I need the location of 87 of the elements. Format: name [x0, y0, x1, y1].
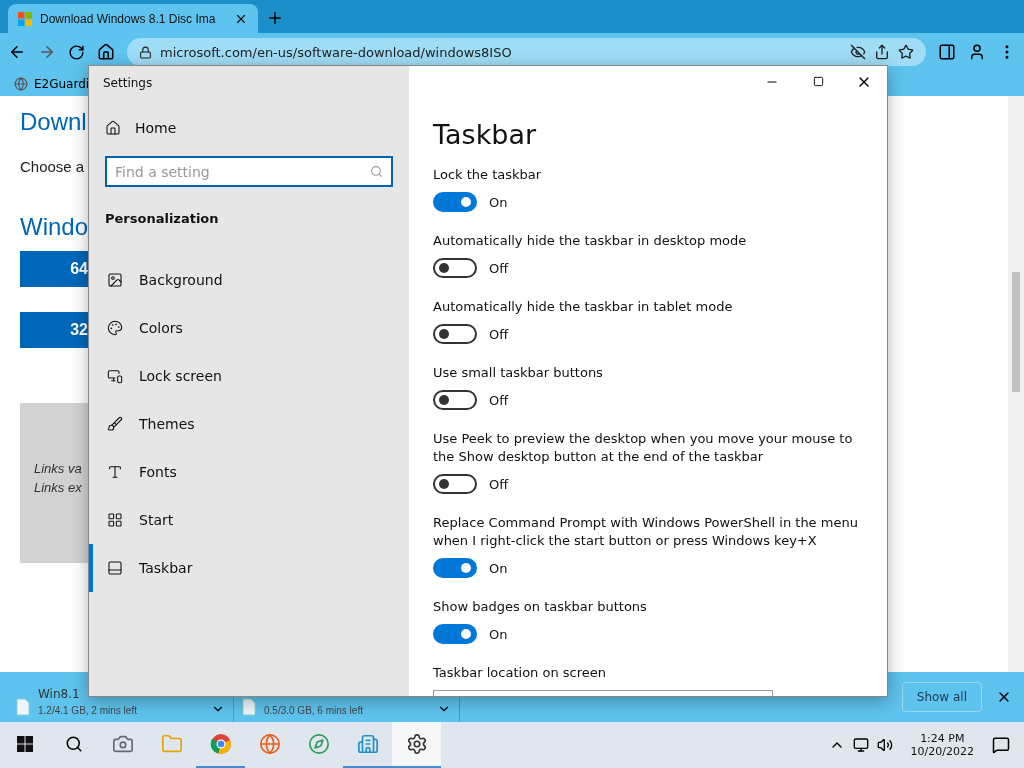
toggle-state: Off — [489, 476, 509, 492]
toggle-state: On — [489, 626, 508, 642]
compass-icon — [307, 733, 330, 755]
side-panel-icon[interactable] — [938, 43, 956, 61]
back-icon[interactable] — [8, 43, 26, 61]
toggle-switch[interactable] — [433, 474, 477, 495]
page-heading: Downl — [20, 108, 87, 136]
setting-label: Replace Command Prompt with Windows PowerShell in the menu when I right-click the start button or press Windows key+X — [433, 514, 859, 551]
taskbar-icon — [107, 560, 123, 576]
palette-icon — [107, 320, 123, 336]
note-text: Links ex — [34, 480, 83, 495]
toggle-state: Off — [489, 326, 509, 342]
gear-icon — [405, 733, 428, 755]
home-icon — [105, 120, 121, 136]
setting-label: Automatically hide the taskbar in tablet mode — [433, 298, 734, 317]
toggle-switch[interactable] — [433, 390, 477, 411]
buildings-icon — [356, 733, 379, 755]
font-icon — [107, 464, 123, 480]
toggle-state: On — [489, 560, 508, 576]
download-status: 0.5/3.0 GB, 6 mins left — [264, 705, 364, 716]
toggle-state: Off — [489, 260, 509, 276]
new-tab-icon[interactable] — [266, 9, 284, 27]
setting-label: Automatically hide the taskbar in desktop mode — [433, 232, 748, 251]
nav-item[interactable]: Colors — [89, 304, 409, 352]
page-title: Taskbar — [433, 119, 538, 151]
folder-icon — [160, 733, 183, 755]
section-heading: Windo — [20, 213, 89, 241]
toggle-switch[interactable] — [433, 324, 477, 345]
camera-icon — [111, 733, 134, 755]
file-icon — [242, 698, 256, 716]
show-all-button[interactable]: Show all — [901, 682, 982, 712]
nav-item[interactable]: Lock screen — [89, 352, 409, 400]
download-button[interactable]: 32 — [20, 312, 90, 348]
note-text: Links va — [34, 461, 83, 476]
toggle-switch[interactable] — [433, 192, 477, 213]
tiles-icon — [107, 512, 123, 528]
browser-tab[interactable]: Download Windows 8.1 Disc Ima — [8, 4, 258, 33]
clock[interactable]: 1:24 PM 10/20/2022 — [910, 732, 974, 758]
globe-icon — [258, 733, 281, 755]
setting-label: Lock the taskbar — [433, 166, 543, 185]
file-icon — [16, 698, 30, 716]
nav-item[interactable]: Background — [89, 256, 409, 304]
nav-item[interactable]: Start — [89, 496, 409, 544]
taskbar-button[interactable] — [392, 722, 441, 768]
toggle-switch[interactable] — [433, 624, 477, 645]
section-title: Personalization — [104, 210, 220, 226]
toggle-state: On — [489, 194, 508, 210]
search-field[interactable]: Find a setting — [105, 156, 393, 187]
toggle-switch[interactable] — [433, 258, 477, 279]
dropdown[interactable] — [433, 690, 773, 696]
picture-icon — [107, 272, 123, 288]
lock-icon — [139, 45, 152, 59]
star-icon[interactable] — [898, 44, 914, 60]
volume-icon[interactable] — [876, 737, 893, 753]
forward-icon[interactable] — [38, 43, 56, 61]
home-icon[interactable] — [97, 43, 115, 61]
setting-label: Use small taskbar buttons — [433, 364, 604, 383]
setting-label: Show badges on taskbar buttons — [433, 598, 648, 617]
windows-logo-icon — [18, 11, 32, 26]
window-title: Settings — [102, 75, 154, 92]
download-status: 1.2/4.1 GB, 2 mins left — [38, 705, 138, 716]
home-nav-item[interactable]: Home — [89, 106, 409, 150]
tab-title: Download Windows 8.1 Disc Ima — [40, 11, 217, 26]
download-button[interactable]: 64 — [20, 251, 90, 287]
notification-icon[interactable] — [992, 736, 1010, 754]
intro-text: Choose a — [20, 158, 85, 175]
eye-off-icon[interactable] — [850, 44, 866, 60]
nav-item[interactable]: Themes — [89, 400, 409, 448]
scrollbar[interactable] — [1008, 96, 1024, 672]
search-icon[interactable] — [64, 735, 83, 753]
toggle-state: Off — [489, 392, 509, 408]
globe-icon — [14, 76, 28, 91]
file-name: Win8.1 — [38, 687, 81, 701]
share-icon[interactable] — [874, 44, 890, 60]
reload-icon[interactable] — [68, 43, 85, 61]
address-bar[interactable]: microsoft.com/en-us/software-download/windows8ISO — [127, 38, 926, 66]
toggle-switch[interactable] — [433, 558, 477, 579]
windows-logo-icon[interactable] — [16, 736, 33, 752]
maximize-icon[interactable] — [812, 76, 824, 88]
browser-logo-icon — [209, 733, 232, 755]
url-text: microsoft.com/en-us/software-download/windows8ISO — [160, 44, 513, 60]
setting-label: Use Peek to preview the desktop when you move your mouse to the Show desktop button at the end of the taskbar — [433, 430, 854, 467]
profile-icon[interactable] — [968, 43, 986, 61]
bookmark-link[interactable]: E2Guardi — [34, 76, 90, 91]
search-icon — [370, 165, 383, 178]
nav-item[interactable]: Fonts — [89, 448, 409, 496]
brush-icon — [107, 416, 123, 432]
